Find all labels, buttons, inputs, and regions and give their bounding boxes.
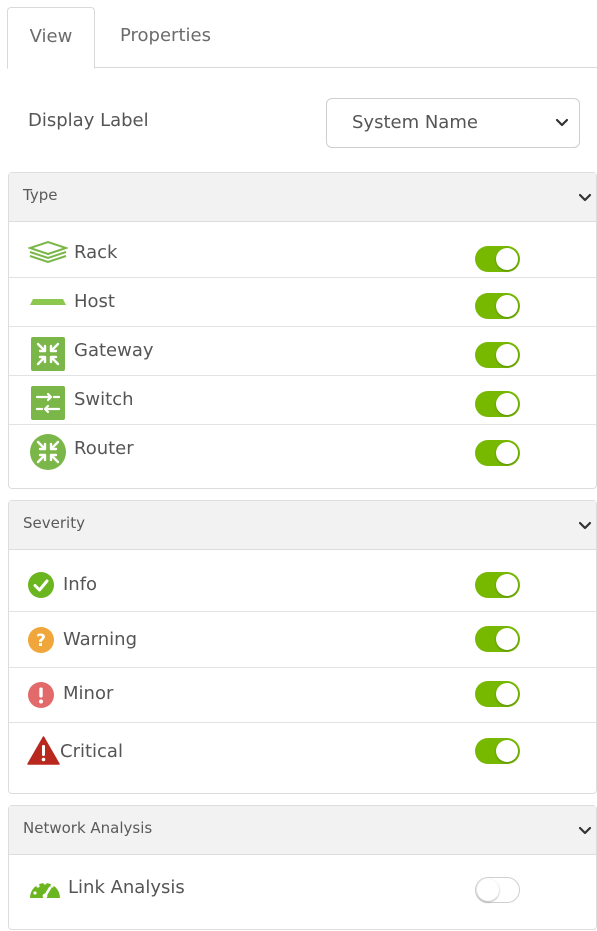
network-label-link-analysis: Link Analysis xyxy=(68,877,185,898)
toggle-knob xyxy=(496,344,518,366)
chevron-down-icon xyxy=(555,118,569,127)
toggle-knob xyxy=(496,574,518,596)
toggle-knob xyxy=(496,628,518,650)
critical-toggle[interactable] xyxy=(475,738,520,764)
info-toggle[interactable] xyxy=(475,572,520,598)
toggle-knob xyxy=(496,740,518,762)
chevron-down-icon[interactable] xyxy=(578,519,592,533)
severity-panel-title: Severity xyxy=(23,514,85,532)
speedometer-icon xyxy=(30,881,60,899)
severity-label-minor: Minor xyxy=(63,683,114,704)
network-analysis-panel-title: Network Analysis xyxy=(23,819,153,837)
warning-toggle[interactable] xyxy=(475,626,520,652)
svg-text:?: ? xyxy=(36,631,46,651)
toggle-knob xyxy=(496,393,518,415)
type-panel-title: Type xyxy=(23,186,58,204)
link-analysis-toggle[interactable] xyxy=(475,877,520,903)
toggle-knob xyxy=(496,442,518,464)
type-label-gateway: Gateway xyxy=(74,340,154,361)
tab-bar: View Properties xyxy=(7,7,597,69)
host-toggle[interactable] xyxy=(475,293,520,319)
severity-row-info: Info xyxy=(9,550,596,612)
tab-view[interactable]: View xyxy=(7,7,95,69)
info-check-icon xyxy=(28,572,54,598)
rack-toggle[interactable] xyxy=(475,246,520,272)
minor-toggle[interactable] xyxy=(475,681,520,707)
critical-triangle-icon xyxy=(27,736,60,765)
gateway-icon xyxy=(31,337,65,371)
chevron-down-icon[interactable] xyxy=(578,824,592,838)
network-row-link-analysis: Link Analysis xyxy=(9,855,596,929)
toggle-knob xyxy=(496,248,518,270)
severity-label-warning: Warning xyxy=(63,629,138,650)
severity-row-warning: ? Warning xyxy=(9,612,596,668)
type-panel-header[interactable]: Type xyxy=(9,173,596,222)
severity-label-critical: Critical xyxy=(60,741,123,762)
toggle-knob xyxy=(496,295,518,317)
display-label-selected-value: System Name xyxy=(352,112,478,133)
type-label-switch: Switch xyxy=(74,389,134,410)
switch-icon xyxy=(31,386,65,420)
toggle-knob xyxy=(477,879,499,901)
switch-toggle[interactable] xyxy=(475,391,520,417)
router-icon xyxy=(30,434,66,470)
type-row-gateway: Gateway xyxy=(9,327,596,376)
network-analysis-panel: Network Analysis Link Analysis xyxy=(8,805,597,930)
type-label-router: Router xyxy=(74,438,134,459)
network-analysis-panel-header[interactable]: Network Analysis xyxy=(9,806,596,855)
type-row-switch: Switch xyxy=(9,376,596,425)
severity-panel-header[interactable]: Severity xyxy=(9,501,596,550)
host-icon xyxy=(30,299,66,305)
minor-exclamation-icon xyxy=(28,682,54,708)
type-label-rack: Rack xyxy=(74,242,118,263)
severity-row-minor: Minor xyxy=(9,668,596,723)
type-panel: Type Rack Host Gateway Switch Router xyxy=(8,172,597,489)
severity-row-critical: Critical xyxy=(9,723,596,793)
type-row-host: Host xyxy=(9,278,596,327)
type-row-router: Router xyxy=(9,425,596,487)
tab-properties[interactable]: Properties xyxy=(120,7,211,68)
type-label-host: Host xyxy=(74,291,115,312)
view-properties-panel: View Properties Display Label System Nam… xyxy=(0,0,597,931)
severity-panel: Severity Info ? Warning Minor Critical xyxy=(8,500,597,794)
severity-label-info: Info xyxy=(63,574,98,595)
chevron-down-icon[interactable] xyxy=(578,191,592,205)
toggle-knob xyxy=(496,683,518,705)
warning-question-icon: ? xyxy=(28,627,54,653)
rack-icon xyxy=(28,240,68,264)
display-label-select[interactable]: System Name xyxy=(326,98,580,148)
gateway-toggle[interactable] xyxy=(475,342,520,368)
type-row-rack: Rack xyxy=(9,222,596,278)
router-toggle[interactable] xyxy=(475,440,520,466)
display-label-label: Display Label xyxy=(28,110,149,131)
